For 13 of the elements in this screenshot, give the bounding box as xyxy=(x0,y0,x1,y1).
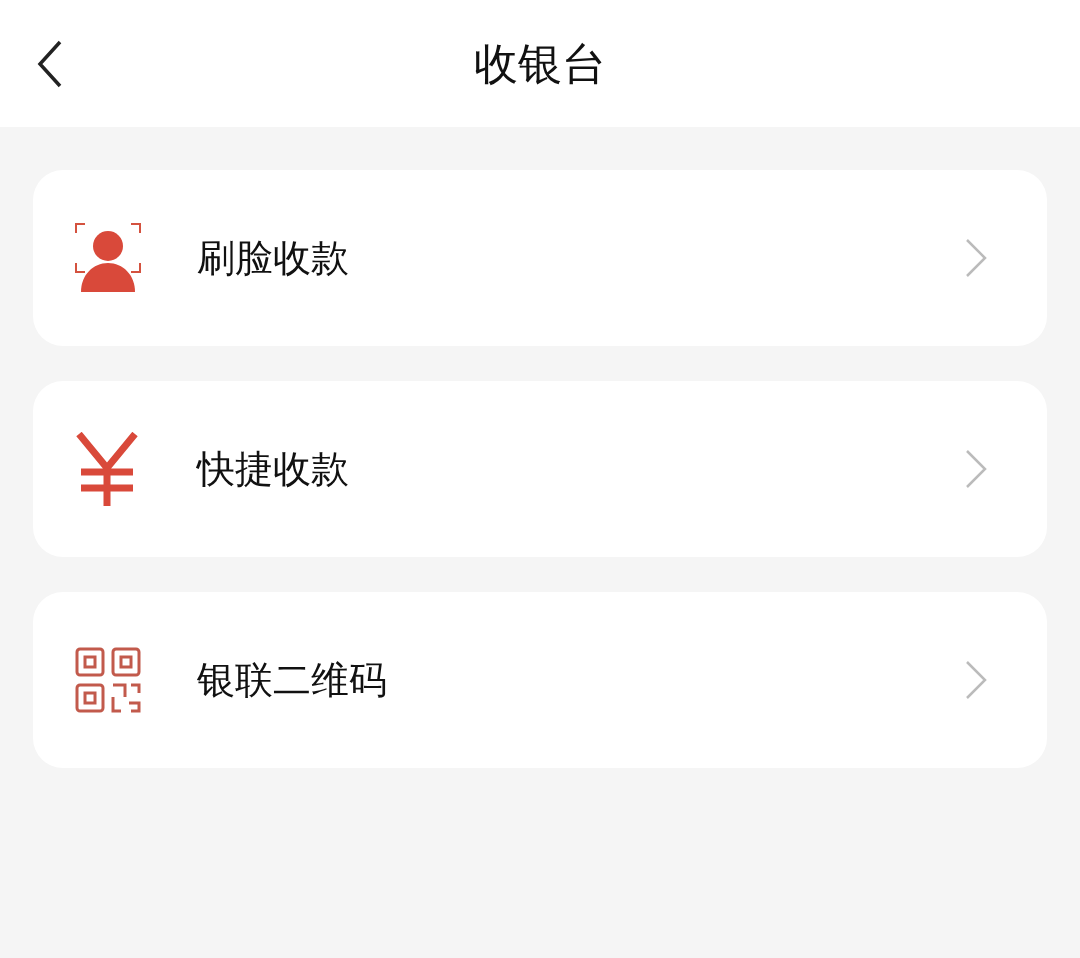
chevron-icon xyxy=(965,449,987,489)
face-scan-icon xyxy=(75,223,141,293)
menu-item[interactable]: 银联二维码 xyxy=(33,592,1047,768)
yuan-icon xyxy=(75,432,139,506)
item-label: 快捷收款 xyxy=(197,445,350,493)
item-label: 银联二维码 xyxy=(197,656,388,704)
item-label: 刷脸收款 xyxy=(197,234,350,282)
chevron-icon xyxy=(965,238,987,278)
menu-item[interactable]: 快捷收款 xyxy=(33,381,1047,557)
menu-item[interactable]: 刷脸收款 xyxy=(33,170,1047,346)
qr-code-icon xyxy=(75,647,141,713)
page-title: 收银台 xyxy=(474,36,606,91)
chevron-icon xyxy=(965,660,987,700)
